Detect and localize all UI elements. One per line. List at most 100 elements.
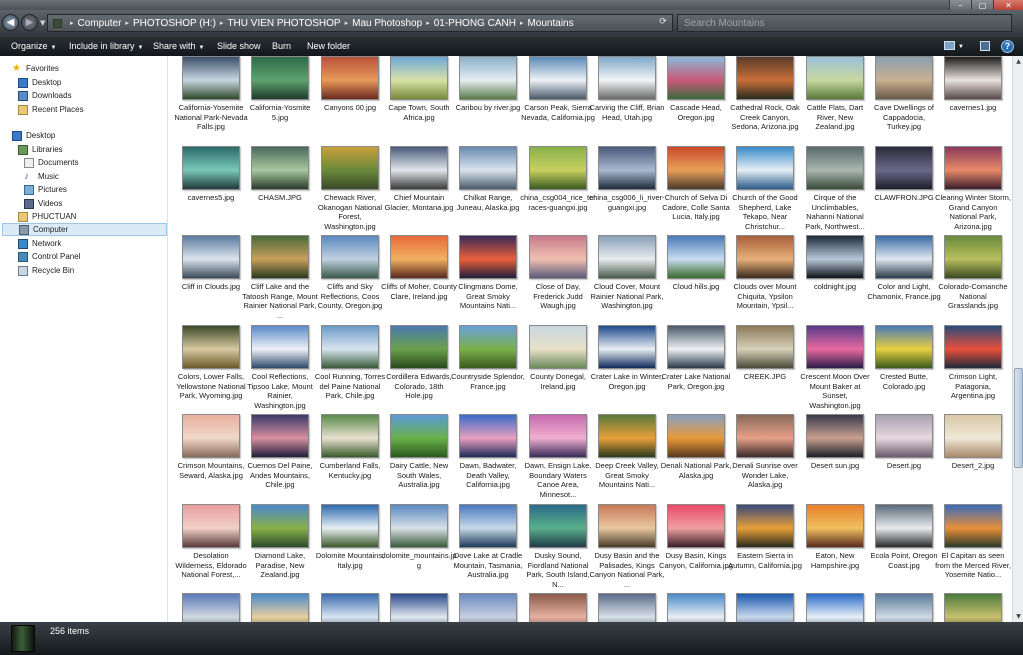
- file-item[interactable]: cavernes5.jpg: [177, 146, 245, 235]
- breadcrumb-separator[interactable]: ▸: [426, 19, 430, 27]
- breadcrumb-separator[interactable]: ▸: [520, 19, 524, 27]
- file-item[interactable]: Crimson Mountains, Seward, Alaska.jpg: [177, 414, 245, 503]
- file-item[interactable]: Dusy Basin, Kings Canyon, California.jpg: [659, 504, 733, 593]
- file-item[interactable]: Chewack River, Okanogan National Forest,…: [316, 146, 384, 235]
- nav-recent-places[interactable]: Recent Places: [18, 103, 84, 116]
- file-item[interactable]: Dairy Cattle, New South Wales, Australia…: [385, 414, 453, 503]
- file-item[interactable]: Cliff Lake and the Tatoosh Range, Mount …: [242, 235, 318, 324]
- file-item[interactable]: Cliffs and Sky Reflections, Coos County,…: [316, 235, 384, 324]
- file-item[interactable]: Dawn, Ensign Lake, Boundary Waters Canoe…: [524, 414, 592, 503]
- nav-pictures[interactable]: Pictures: [24, 183, 67, 196]
- file-item[interactable]: [316, 593, 384, 622]
- file-item[interactable]: Countryside Splendor, France.jpg: [451, 325, 525, 414]
- file-item[interactable]: cavernes1.jpg: [939, 56, 1007, 145]
- file-item[interactable]: Close of Day, Frederick Judd Waugh.jpg: [524, 235, 592, 324]
- file-item[interactable]: Cordillera Edwards, Colorado, 18th Hole.…: [385, 325, 453, 414]
- file-item[interactable]: [454, 593, 522, 622]
- organize-menu[interactable]: Organize ▼: [11, 41, 56, 51]
- file-item[interactable]: Desert.jpg: [870, 414, 938, 503]
- breadcrumb-mountains[interactable]: Mountains: [527, 18, 573, 29]
- file-item[interactable]: [662, 593, 730, 622]
- file-item[interactable]: [870, 593, 938, 622]
- scroll-down-icon[interactable]: ▼: [1013, 611, 1023, 622]
- nav-documents[interactable]: Documents: [24, 156, 78, 169]
- file-item[interactable]: dolomite_mountains.jpg: [381, 504, 457, 593]
- forward-button[interactable]: ▶: [21, 14, 38, 31]
- file-item[interactable]: Canyons 00.jpg: [316, 56, 384, 145]
- nav-music[interactable]: ♪ Music: [24, 170, 59, 183]
- file-item[interactable]: Cumberland Falls, Kentucky.jpg: [316, 414, 384, 503]
- file-item[interactable]: Crater Lake National Park, Oregon.jpg: [662, 325, 730, 414]
- nav-recycle-bin[interactable]: Recycle Bin: [18, 264, 74, 277]
- file-item[interactable]: [801, 593, 869, 622]
- breadcrumb-drive[interactable]: PHOTOSHOP (H:): [133, 18, 216, 29]
- burn-button[interactable]: Burn: [272, 41, 291, 51]
- file-item[interactable]: Ecola Point, Oregon Coast.jpg: [870, 504, 938, 593]
- nav-computer[interactable]: Computer: [2, 223, 167, 236]
- file-item[interactable]: Deep Creek Valley, Great Smoky Mountains…: [593, 414, 661, 503]
- file-item[interactable]: California-Yosmite 5.jpg: [246, 56, 314, 145]
- file-item[interactable]: Clouds over Mount Chiquita, Ypsilon Moun…: [731, 235, 799, 324]
- file-item[interactable]: Crater Lake in Winter, Oregon.jpg: [591, 325, 663, 414]
- file-item[interactable]: Chief Mountain Glacier, Montana.jpg: [385, 146, 453, 235]
- file-item[interactable]: Crimson Light, Patagonia, Argentina.jpg: [939, 325, 1007, 414]
- file-item[interactable]: [524, 593, 592, 622]
- vertical-scrollbar[interactable]: ▲ ▼: [1012, 56, 1023, 622]
- file-item[interactable]: Cattle Flats, Dart River, New Zealand.jp…: [801, 56, 869, 145]
- file-item[interactable]: Caribou by river.jpg: [454, 56, 522, 145]
- file-item[interactable]: Cloud hills.jpg: [662, 235, 730, 324]
- file-item[interactable]: Dusy Basin and the Palisades, Kings Cany…: [589, 504, 665, 593]
- back-button[interactable]: ◀: [2, 14, 19, 31]
- file-item[interactable]: [177, 593, 245, 622]
- file-item[interactable]: Colorado-Comanche National Grasslands.jp…: [938, 235, 1008, 324]
- scroll-up-icon[interactable]: ▲: [1013, 56, 1023, 67]
- nav-libraries[interactable]: Libraries: [18, 143, 63, 156]
- nav-favorites[interactable]: ★ Favorites: [12, 62, 59, 75]
- file-item[interactable]: Cuernos Del Paine, Andes Mountains, Chil…: [246, 414, 314, 503]
- file-item[interactable]: Cliff in Clouds.jpg: [177, 235, 245, 324]
- file-item[interactable]: Carson Peak, Sierra Nevada, California.j…: [521, 56, 595, 145]
- breadcrumb-samples-folder[interactable]: Mau Photoshop: [352, 18, 422, 29]
- breadcrumb-separator[interactable]: ▸: [70, 19, 74, 27]
- nav-desktop-favorite[interactable]: Desktop: [18, 76, 61, 89]
- file-item[interactable]: china_csg004_rice_terraces-guangxi.jpg: [520, 146, 596, 235]
- file-item[interactable]: Church of Selva Di Cadore, Colle Santa L…: [662, 146, 730, 235]
- file-item[interactable]: Eaton, New Hampshire.jpg: [801, 504, 869, 593]
- file-item[interactable]: Clingmans Dome, Great Smoky Mountains Na…: [454, 235, 522, 324]
- help-button[interactable]: ?: [1001, 40, 1014, 53]
- file-item[interactable]: Denali Sunrise over Wonder Lake, Alaska.…: [731, 414, 799, 503]
- file-item[interactable]: Cliffs of Moher, County Clare, Ireland.j…: [381, 235, 457, 324]
- file-item[interactable]: [731, 593, 799, 622]
- file-item[interactable]: Cape Town, South Africa.jpg: [385, 56, 453, 145]
- file-item[interactable]: CREEK.JPG: [731, 325, 799, 414]
- breadcrumb-separator[interactable]: ▸: [220, 19, 224, 27]
- file-item[interactable]: Cirque of the Unclimbables, Nahanni Nati…: [801, 146, 869, 235]
- file-item[interactable]: Crested Butte, Colorado.jpg: [870, 325, 938, 414]
- slide-show-button[interactable]: Slide show: [217, 41, 261, 51]
- file-item[interactable]: Crescent Moon Over Mount Baker at Sunset…: [800, 325, 870, 414]
- file-item[interactable]: Cool Running, Torres del Paine National …: [315, 325, 385, 414]
- file-item[interactable]: Denali National Park, Alaska.jpg: [661, 414, 731, 503]
- file-item[interactable]: California-Yosemite National Park-Nevada…: [174, 56, 248, 145]
- recent-pages-icon[interactable]: ▼: [40, 19, 45, 27]
- file-item[interactable]: Dusky Sound, Fiordland National Park, So…: [524, 504, 592, 593]
- nav-network[interactable]: Network: [18, 237, 61, 250]
- file-item[interactable]: Dolomite Mountains, Italy.jpg: [316, 504, 384, 593]
- breadcrumb-computer[interactable]: Computer: [78, 18, 122, 29]
- refresh-icon[interactable]: ⟳: [655, 17, 671, 29]
- file-item[interactable]: Cloud Cover, Mount Rainier National Park…: [591, 235, 663, 324]
- file-item[interactable]: Clearing Winter Storm, Grand Canyon Nati…: [935, 146, 1011, 235]
- nav-downloads[interactable]: Downloads: [18, 89, 72, 102]
- file-item[interactable]: CHASM.JPG: [246, 146, 314, 235]
- file-item[interactable]: Cave Dwellings of Cappadocia, Turkey.jpg: [870, 56, 938, 145]
- file-item[interactable]: [385, 593, 453, 622]
- include-in-library-menu[interactable]: Include in library ▼: [69, 41, 143, 51]
- file-item[interactable]: Desolation Wilderness, Eldorado National…: [175, 504, 247, 593]
- search-input[interactable]: Search Mountains: [677, 14, 1012, 32]
- nav-user-folder[interactable]: PHUCTUAN: [18, 210, 76, 223]
- nav-control-panel[interactable]: Control Panel: [18, 250, 80, 263]
- file-item[interactable]: Diamond Lake, Paradise, New Zealand.jpg: [246, 504, 314, 593]
- file-item[interactable]: El Capitan as seen from the Merced River…: [935, 504, 1011, 593]
- file-item[interactable]: Carving the Cliff, Brian Head, Utah.jpg: [590, 56, 664, 145]
- address-bar[interactable]: ▸ Computer ▸ PHOTOSHOP (H:) ▸ THU VIEN P…: [47, 14, 673, 32]
